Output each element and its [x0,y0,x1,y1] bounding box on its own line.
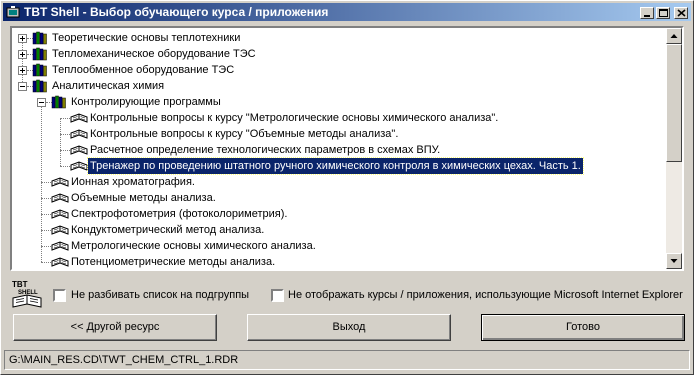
course-icon [51,239,69,253]
course-icon [51,223,69,237]
status-path: G:\MAIN_RES.CD\TWT_CHEM_CTRL_1.RDR [9,354,239,366]
expand-icon[interactable] [18,66,27,75]
tree-item-label: Тренажер по проведению штатного ручного … [87,157,584,175]
tree-item-label: Расчетное определение технологических па… [90,144,441,156]
tree-item[interactable]: Контрольные вопросы к курсу "Метрологиче… [12,110,662,126]
tree-connector [41,182,51,184]
minimize-button[interactable] [640,7,654,19]
tree-item[interactable]: Ионная хроматография. [12,174,662,190]
window-title: TBT Shell - Выбор обучающего курса / при… [24,5,329,19]
tree-item[interactable]: Контролирующие программы [12,94,662,110]
tree-item[interactable]: Тренажер по проведению штатного ручного … [12,157,662,175]
hide-ie-checkbox[interactable] [271,289,284,302]
tree-connector [41,198,51,200]
tree-item[interactable]: Расчетное определение технологических па… [12,142,662,158]
scroll-down-button[interactable] [666,253,682,269]
tree-connector [41,262,51,264]
tree-item-label: Теплообменное оборудование ТЭС [52,64,235,76]
course-icon [51,175,69,189]
maximize-button[interactable] [656,7,670,19]
tree-connector [41,214,51,216]
tree-item-label: Тепломеханическое оборудование ТЭС [52,48,256,60]
maximize-icon [659,9,668,17]
tree-item[interactable]: Аналитическая химия [12,78,662,94]
close-button[interactable] [674,7,688,19]
expand-icon[interactable] [18,50,27,59]
tree-item[interactable]: Спектрофотометрия (фотоколориметрия). [12,206,662,222]
tree-item-label: Метрологические основы химического анали… [71,240,316,252]
tree-item[interactable]: Объемные методы анализа. [12,190,662,206]
no-subgroups-checkbox[interactable] [53,289,66,302]
status-bar: G:\MAIN_RES.CD\TWT_CHEM_CTRL_1.RDR [4,350,690,370]
books-icon [32,79,48,93]
minimize-icon [644,15,650,17]
course-icon [51,191,69,205]
course-icon [70,159,88,173]
exit-button[interactable]: Выход [247,314,451,341]
tree-item-label: Спектрофотометрия (фотоколориметрия). [71,208,288,220]
tree-item[interactable]: Потенциометрические методы анализа. [12,254,662,269]
tree-connector [41,246,51,248]
tree-item-label: Теоретические основы теплотехники [52,32,241,44]
tree-item-label: Ионная хроматография. [71,176,195,188]
logo-text-1: TBT [12,280,28,289]
tree-connector [41,230,51,232]
course-tree[interactable]: Теоретические основы теплотехники Тепломе… [10,26,684,271]
books-icon [32,31,48,45]
tree-connector [60,166,70,168]
hide-ie-label: Не отображать курсы / приложения, исполь… [288,289,683,301]
scroll-up-button[interactable] [666,28,682,44]
close-icon [677,9,686,17]
tree-item-label: Контрольные вопросы к курсу "Метрологиче… [90,112,499,124]
books-icon [51,95,67,109]
collapse-icon[interactable] [37,98,46,107]
tree-connector [60,150,70,152]
tree-item-label: Контрольные вопросы к курсу "Объемные ме… [90,128,399,140]
arrow-down-icon [670,259,678,263]
other-resource-button[interactable]: << Другой ресурс [13,314,217,341]
tree-item-label: Кондуктометрический метод анализа. [71,224,265,236]
books-icon [32,47,48,61]
tbt-shell-logo: TBT SHELL [10,279,44,309]
vertical-scrollbar[interactable] [666,28,682,269]
course-icon [51,255,69,269]
course-icon [70,127,88,141]
books-icon [32,63,48,77]
ready-button[interactable]: Готово [481,314,685,341]
tree-item[interactable]: Теплообменное оборудование ТЭС [12,62,662,78]
tree-item-label: Контролирующие программы [71,96,221,108]
tree-item-label: Объемные методы анализа. [71,192,216,204]
tree-item-label: Потенциометрические методы анализа. [71,256,276,268]
tree-item[interactable]: Тепломеханическое оборудование ТЭС [12,46,662,62]
collapse-icon[interactable] [18,82,27,91]
tree-connector [60,134,70,136]
app-icon [6,6,20,18]
tree-item[interactable]: Контрольные вопросы к курсу "Объемные ме… [12,126,662,142]
main-window: TBT Shell - Выбор обучающего курса / при… [0,0,694,375]
tree-view: Теоретические основы теплотехники Тепломе… [12,28,667,269]
scroll-thumb[interactable] [666,44,682,162]
tree-connector [60,118,70,120]
no-subgroups-label: Не разбивать список на подгруппы [71,289,250,301]
tree-item-label: Аналитическая химия [52,80,165,92]
arrow-up-icon [670,34,678,38]
course-icon [70,143,88,157]
course-icon [70,111,88,125]
tree-item[interactable]: Метрологические основы химического анали… [12,238,662,254]
title-bar[interactable]: TBT Shell - Выбор обучающего курса / при… [3,3,691,21]
course-icon [51,207,69,221]
tree-item[interactable]: Кондуктометрический метод анализа. [12,222,662,238]
tree-item[interactable]: Теоретические основы теплотехники [12,30,662,46]
expand-icon[interactable] [18,34,27,43]
